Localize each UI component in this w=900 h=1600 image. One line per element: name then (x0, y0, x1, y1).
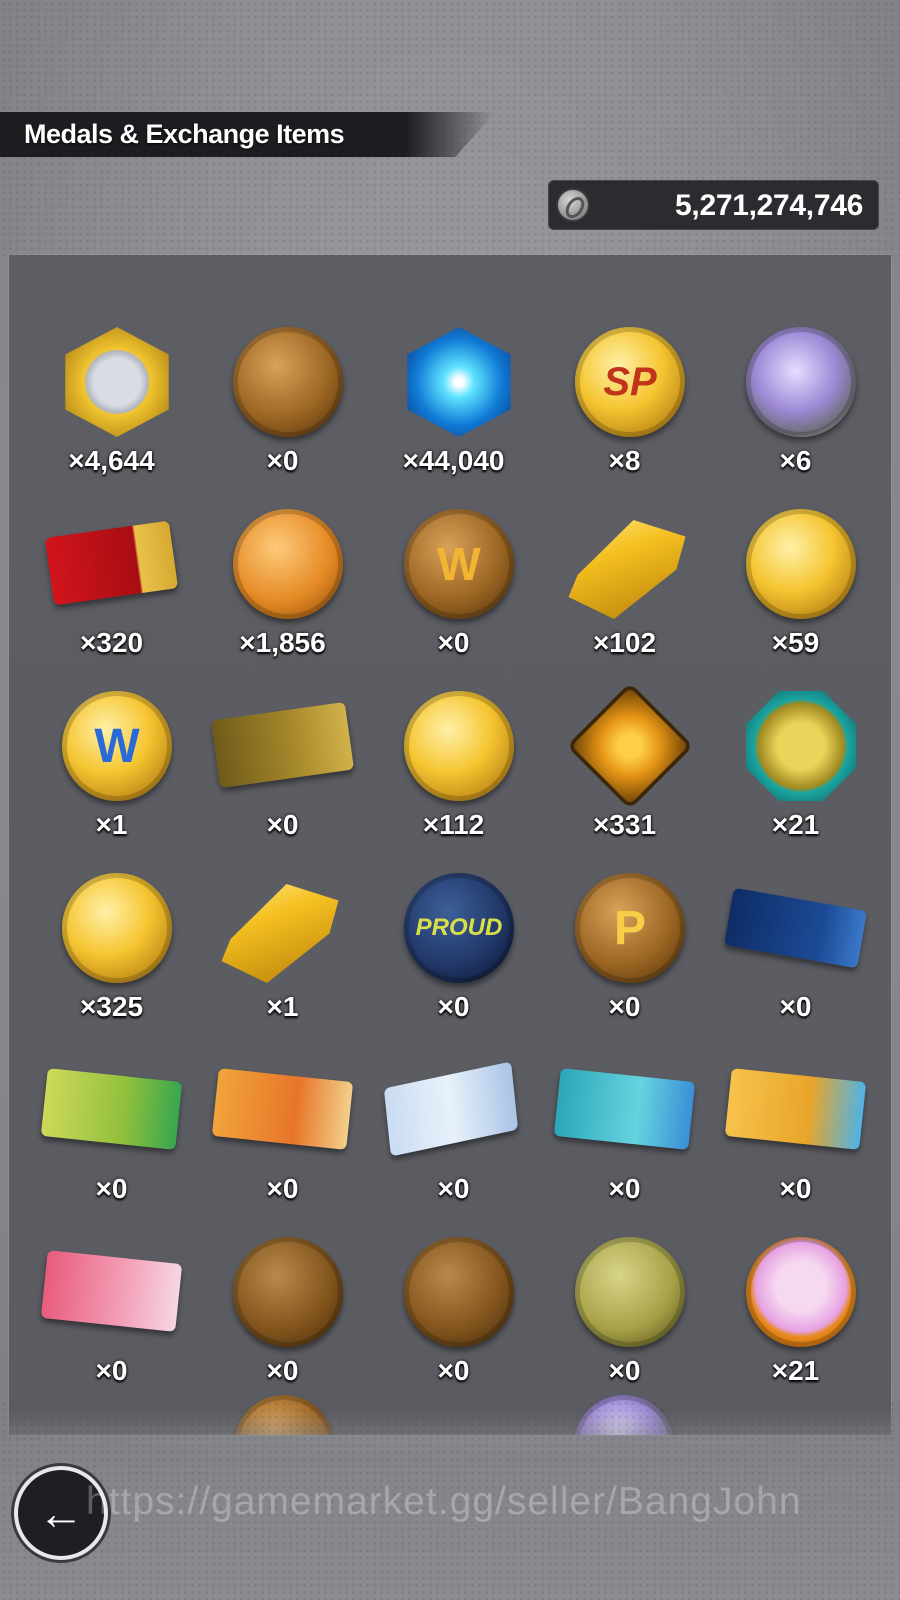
page-title: Medals & Exchange Items (24, 119, 345, 149)
item-cell[interactable]: ×0 (708, 1003, 883, 1204)
item-cell[interactable]: P ×0 (537, 821, 712, 1022)
item-cell[interactable]: SP ×8 (537, 275, 712, 476)
item-cell[interactable]: ×0 (195, 639, 370, 840)
burst-gold-medal-icon (746, 509, 856, 619)
item-cell[interactable]: ×112 (366, 639, 541, 840)
item-count: ×0 (266, 1355, 299, 1386)
teal-summon-ticket-icon (553, 1068, 696, 1150)
item-cell[interactable]: ×0 (24, 1003, 199, 1204)
orange-card-coin-icon (233, 509, 343, 619)
trophy-octagon-medal-icon (746, 691, 856, 801)
item-cell[interactable]: ×6 (708, 275, 883, 476)
crystal-gold-medal-icon (62, 873, 172, 983)
item-cell[interactable]: ×325 (24, 821, 199, 1022)
item-cell[interactable]: ×0 (537, 1185, 712, 1386)
blue-ticket-icon (723, 887, 868, 969)
item-cell[interactable]: ×0 (708, 821, 883, 1022)
item-cell[interactable]: ×21 (708, 1185, 883, 1386)
green-summon-ticket-icon (40, 1068, 183, 1150)
sp-summon-ticket-icon (211, 1068, 354, 1150)
p-glyph: P (613, 901, 646, 955)
currency-display: 5,271,274,746 (548, 180, 879, 230)
sp-glyph: SP (603, 359, 657, 404)
pass-ticket-icon (210, 701, 355, 789)
w-glyph: W (437, 538, 481, 590)
item-cell[interactable]: ×0 (195, 275, 370, 476)
blue-burst-hex-medal-icon (404, 327, 514, 437)
item-cell[interactable]: ×0 (195, 1003, 370, 1204)
item-cell[interactable]: ×102 (537, 457, 712, 658)
item-cell[interactable]: ×4,644 (24, 275, 199, 476)
item-cell[interactable]: ×0 (366, 1185, 541, 1386)
items-panel[interactable]: ×4,644 ×0 ×44,040 SP ×8 ×6 ×320 ×1,856 W… (9, 255, 891, 1435)
item-cell[interactable]: ×0 (195, 1185, 370, 1386)
white-ticket-icon (383, 1061, 519, 1157)
amber-summon-ticket-icon (724, 1068, 867, 1150)
bandage-bronze-medal-icon (233, 1237, 343, 1347)
proud-glyph: PROUD (415, 914, 503, 941)
item-cell[interactable]: ×44,040 (366, 275, 541, 476)
currency-value: 5,271,274,746 (675, 189, 863, 222)
pink-summon-ticket-icon (40, 1250, 183, 1332)
item-cell[interactable]: ×1 (195, 821, 370, 1022)
item-cell[interactable]: ×0 (366, 1003, 541, 1204)
item-count: ×0 (95, 1355, 128, 1386)
flame-diamond-medal-icon (571, 687, 689, 805)
red-star-ticket-icon (44, 520, 179, 606)
fist-hex-medal-icon (62, 327, 172, 437)
w-glyph: W (94, 719, 140, 773)
gold-bars-icon (568, 520, 686, 619)
watermark-text: https://gamemarket.gg/seller/BangJohn (86, 1480, 802, 1523)
item-cell[interactable]: ×0 (537, 1003, 712, 1204)
sparkling-gold-bars-icon (221, 884, 339, 983)
item-cell[interactable]: ×1,856 (195, 457, 370, 658)
silver-crystal-medal-icon (746, 327, 856, 437)
item-cell[interactable]: PROUD ×0 (366, 821, 541, 1022)
item-cell[interactable]: ×320 (24, 457, 199, 658)
w-gold-medal-icon: W (62, 691, 172, 801)
olive-medal-icon (575, 1237, 685, 1347)
gi-bronze-medal-icon (404, 1237, 514, 1347)
item-cell[interactable]: ×59 (708, 457, 883, 658)
w-bronze-medal-icon: W (404, 509, 514, 619)
flame-bronze-medal-icon (233, 327, 343, 437)
proud-blue-medal-icon: PROUD (404, 873, 514, 983)
back-arrow-icon: ← (38, 1487, 84, 1539)
p-gold-medal-icon: P (575, 873, 685, 983)
item-cell[interactable]: ×21 (708, 639, 883, 840)
item-cell[interactable]: ×331 (537, 639, 712, 840)
item-cell[interactable]: W ×0 (366, 457, 541, 658)
puzzle-gold-medal-icon (404, 691, 514, 801)
item-count: ×0 (437, 1355, 470, 1386)
item-cell[interactable]: W ×1 (24, 639, 199, 840)
sp-gold-medal-icon: SP (575, 327, 685, 437)
zeni-coin-icon (558, 190, 588, 220)
character-portrait-medal-icon (746, 1237, 856, 1347)
item-cell[interactable]: ×0 (24, 1185, 199, 1386)
item-count: ×21 (771, 1355, 820, 1386)
item-count: ×0 (608, 1355, 641, 1386)
